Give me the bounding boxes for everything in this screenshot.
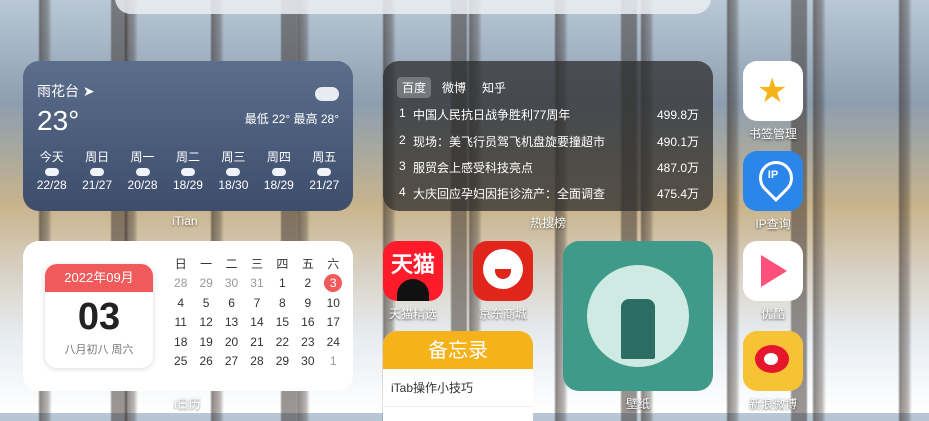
weather-caption: iTian [172,214,198,228]
bookmarks-label: 书签管理 [748,127,797,141]
weibo-eye-icon [755,345,789,373]
cat-face-icon [397,279,429,301]
calendar-caption: i日历 [174,397,201,411]
cloud-sun-icon [44,168,59,176]
week-row: 28 29 30 31 1 2 3 [168,274,346,294]
tab-weibo[interactable]: 微博 [437,77,471,98]
hot-list-widget[interactable]: 百度 微博 知乎 1 中国人民抗日战争胜利77周年 499.8万 2 现场：美飞行员驾… [383,61,713,211]
cloud-icon [90,168,105,176]
tab-baidu[interactable]: 百度 [397,77,432,98]
forecast-day: 周三 18/30 [218,150,249,192]
cloud-sun-icon [135,168,150,176]
jd-dog-icon [483,249,523,289]
hot-item[interactable]: 4 大庆回应孕妇因拒诊流产：全面调查 475.4万 [399,185,699,202]
wallpaper-app[interactable] [563,241,713,391]
search-bar[interactable] [115,0,711,14]
forecast-day: 今天 22/28 [36,150,67,192]
location-arrow-icon: ➤ [82,83,95,99]
forecast-day: 周二 18/29 [172,150,203,192]
forecast-day: 周五 21/27 [309,150,340,192]
hot-item[interactable]: 2 现场：美飞行员驾飞机盘旋要撞超市 490.1万 [399,133,699,150]
memo-title: 备忘录 [383,331,533,369]
date-card: 2022年09月 03 八月初八 周六 [45,264,153,368]
bookmarks-app-icon[interactable]: ★ [743,61,803,121]
ip-app-icon[interactable]: IP [743,151,803,211]
weather-temperature: 23° [37,105,80,136]
forecast-day: 周四 18/29 [263,150,294,192]
calendar-widget[interactable]: 2022年09月 03 八月初八 周六 日一二三四五六 28 29 30 31 1 2 3 … [23,241,353,391]
weibo-label: 新浪微博 [748,397,797,411]
cloud-sun-icon [317,168,332,176]
today-cell: 3 [321,274,346,293]
jd-app-icon[interactable] [473,241,533,301]
cloud-sun-icon [226,168,241,176]
cloud-sun-icon [271,168,286,176]
tab-zhihu[interactable]: 知乎 [477,77,511,98]
hot-item[interactable]: 1 中国人民抗日战争胜利77周年 499.8万 [399,106,699,123]
week-row: 18 19 20 21 22 23 24 [174,334,340,349]
hot-tabs: 百度 微博 知乎 [397,77,511,98]
jd-label: 京东商城 [478,307,527,321]
weekday-header: 日一二三四五六 [174,257,340,272]
play-icon [761,255,787,287]
deer-icon [621,299,655,359]
weather-range: 最低 22° 最高 28° [244,112,339,126]
wallpaper-label: 壁纸 [625,397,650,411]
hot-caption: 热搜榜 [530,216,567,230]
month-grid: 日一二三四五六 28 29 30 31 1 2 3 4 5 6 7 8 9 10 11 12 13 14 15 1… [168,254,346,371]
forecast-day: 周日 21/27 [82,150,113,192]
youku-label: 优酷 [760,307,785,321]
youku-app-icon[interactable] [743,241,803,301]
lunar-date: 八月初八 周六 [64,344,134,356]
week-row: 4 5 6 7 8 9 10 [177,295,340,310]
weibo-app-icon[interactable] [743,331,803,391]
cloud-sun-icon [180,168,195,176]
weather-location: 雨花台 ➤ [37,83,95,99]
calendar-month: 2022年09月 [45,264,153,292]
memo-item[interactable]: iTab操作小技巧 [383,369,533,407]
tmall-app-icon[interactable]: 天猫 [383,241,443,301]
star-icon: ★ [757,72,788,110]
calendar-day: 03 [77,296,121,338]
forecast-day: 周一 20/28 [127,150,158,192]
hot-item[interactable]: 3 服贸会上感受科技亮点 487.0万 [399,159,699,176]
week-row: 11 12 13 14 15 16 17 [174,315,340,330]
weather-widget[interactable]: 雨花台 ➤ 23° 最低 22° 最高 28° 今天 22/28 周日 21/27 … [23,61,353,211]
cloud-icon [315,87,339,101]
ip-label: IP查询 [755,217,791,231]
forecast-row: 今天 22/28 周日 21/27 周一 20/28 周二 18/29 周三 18/30 … [29,148,347,192]
tmall-label: 天猫精选 [388,307,437,321]
week-row: 25 26 27 28 29 30 1 [174,354,337,369]
memo-widget[interactable]: 备忘录 iTab操作小技巧 [383,331,533,421]
